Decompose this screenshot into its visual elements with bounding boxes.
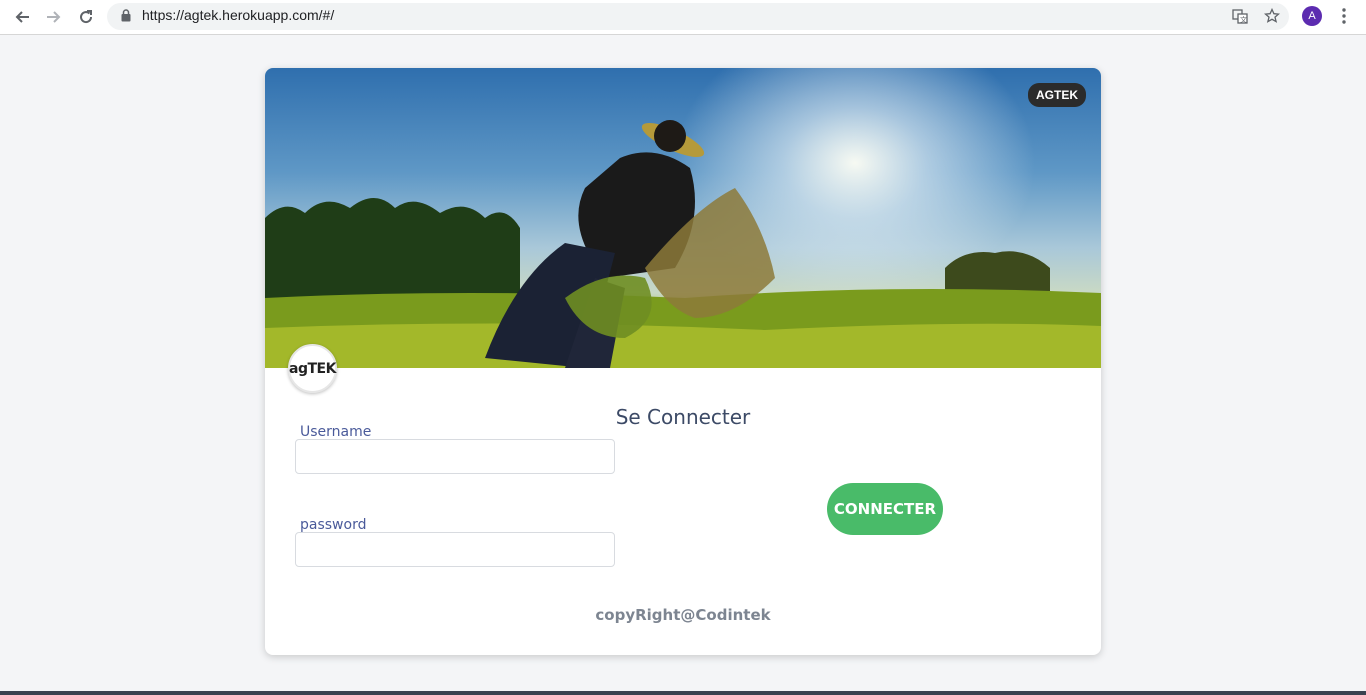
password-label: password	[300, 517, 367, 533]
lock-icon	[121, 9, 131, 27]
taskbar-edge	[0, 691, 1366, 695]
username-label: Username	[300, 424, 372, 440]
url-text[interactable]: https://agtek.herokuapp.com/#/	[142, 7, 334, 23]
connect-button[interactable]: CONNECTER	[827, 483, 943, 535]
star-icon[interactable]	[1262, 6, 1282, 26]
forward-arrow-icon[interactable]	[43, 6, 65, 28]
logo-text: agTEK	[289, 360, 336, 377]
agtek-logo: agTEK	[288, 344, 337, 393]
translate-icon[interactable]: 文	[1230, 6, 1250, 26]
page-title: Se Connecter	[615, 405, 751, 429]
login-card: AGTEK agTEK Se Connecter Username passwo…	[265, 68, 1101, 655]
copyright-footer: copyRight@Codintek	[595, 606, 771, 624]
menu-dots-icon[interactable]	[1334, 6, 1354, 26]
browser-toolbar: https://agtek.herokuapp.com/#/ 文 A	[0, 0, 1366, 35]
reload-icon[interactable]	[75, 6, 97, 28]
svg-text:文: 文	[1240, 15, 1247, 24]
back-arrow-icon[interactable]	[11, 6, 33, 28]
profile-avatar[interactable]: A	[1302, 6, 1322, 26]
username-input[interactable]	[295, 439, 615, 474]
brand-badge: AGTEK	[1028, 83, 1086, 107]
password-input[interactable]	[295, 532, 615, 567]
hero-image: AGTEK	[265, 68, 1101, 368]
